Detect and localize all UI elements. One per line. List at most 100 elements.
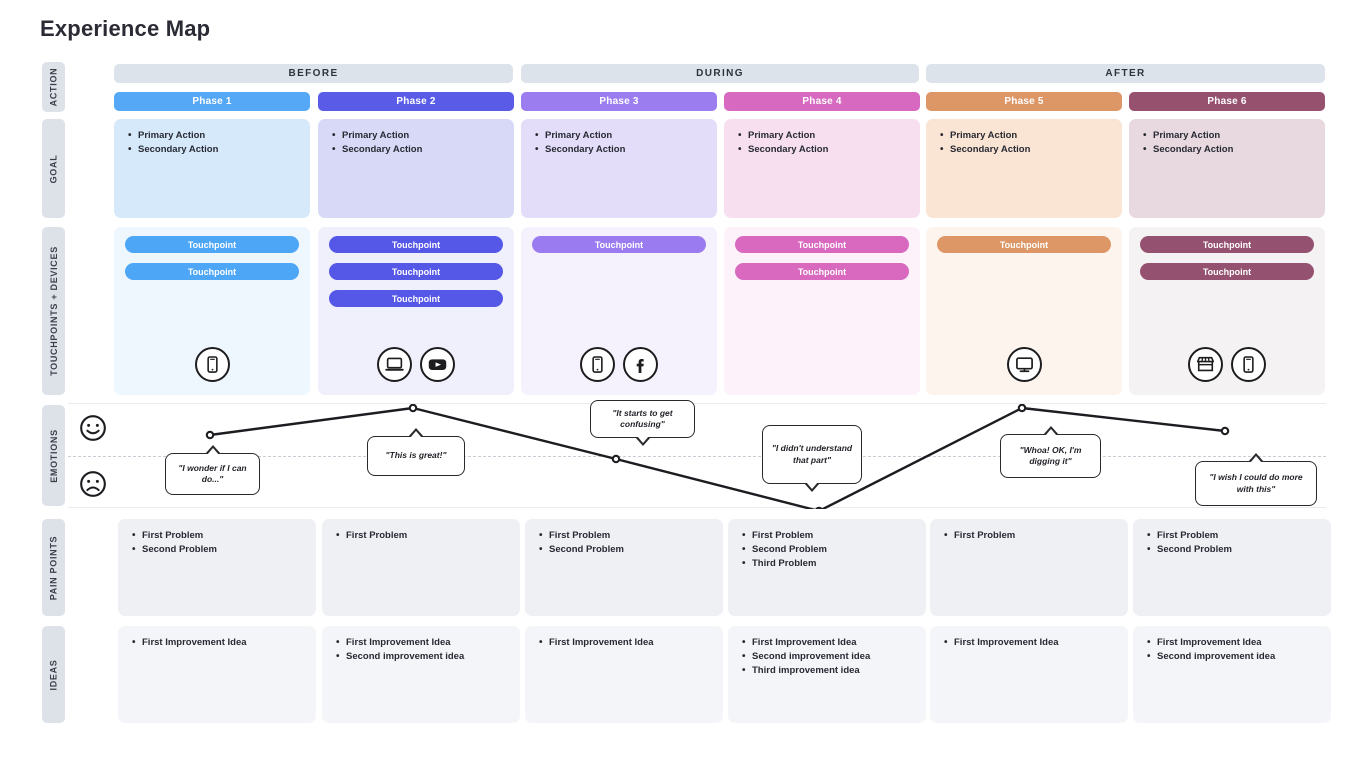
monitor-icon <box>1007 347 1042 382</box>
phase-header-6[interactable]: Phase 6 <box>1129 92 1325 111</box>
touchpoint-panel-phase-1: Touchpoint Touchpoint <box>114 227 310 395</box>
pain-point-item-list: First Problem <box>944 529 1118 543</box>
pain-point-item-list: First ProblemSecond Problem <box>1147 529 1321 557</box>
phase-header-1[interactable]: Phase 1 <box>114 92 310 111</box>
emotion-callout-text: "I didn't understand that part" <box>771 443 853 465</box>
mobile-phone-icon <box>195 347 230 382</box>
stage-header-before: BEFORE <box>114 64 513 83</box>
emotion-callout-text: "Whoa! OK, I'm digging it" <box>1019 444 1082 467</box>
idea-item-list: First Improvement IdeaSecond improvement… <box>336 636 510 664</box>
goal-item: Secondary Action <box>535 143 707 157</box>
youtube-icon <box>420 347 455 382</box>
goal-item-list: Primary ActionSecondary Action <box>1143 129 1315 157</box>
emotion-point <box>205 430 215 440</box>
idea-item: Second improvement idea <box>336 650 510 664</box>
touchpoint-pill[interactable]: Touchpoint <box>937 236 1111 253</box>
touchpoint-pill[interactable]: Touchpoint <box>735 263 909 280</box>
emotion-point <box>1220 426 1230 436</box>
idea-item: First Improvement Idea <box>944 636 1118 650</box>
callout-tail-fill <box>410 431 422 438</box>
goal-item: Primary Action <box>535 129 707 143</box>
emotion-callout-text: "It starts to get confusing" <box>612 407 673 430</box>
goal-card-phase-5: Primary ActionSecondary Action <box>926 119 1122 218</box>
stage-header-during: DURING <box>521 64 919 83</box>
emotion-point <box>815 506 823 509</box>
touchpoint-pill[interactable]: Touchpoint <box>329 236 503 253</box>
ideas-card-phase-6: First Improvement IdeaSecond improvement… <box>1133 626 1331 723</box>
touchpoint-pill[interactable]: Touchpoint <box>1140 263 1314 280</box>
goal-item: Primary Action <box>1143 129 1315 143</box>
pain-points-card-phase-1: First ProblemSecond Problem <box>118 519 316 616</box>
pain-point-item: Third Problem <box>742 557 916 571</box>
device-icon-row <box>1188 347 1266 382</box>
facebook-icon <box>623 347 658 382</box>
device-icon-row <box>377 347 455 382</box>
pain-points-card-phase-4: First ProblemSecond ProblemThird Problem <box>728 519 926 616</box>
row-label-text: ACTION <box>48 67 59 107</box>
phase-header-2[interactable]: Phase 2 <box>318 92 514 111</box>
device-icon-row <box>195 347 230 382</box>
emotion-callout-3: "It starts to get confusing" <box>590 400 695 446</box>
row-label-text: GOAL <box>48 154 59 183</box>
ideas-card-phase-3: First Improvement Idea <box>525 626 723 723</box>
callout-tail-fill <box>206 448 219 455</box>
emotion-callout-text: "This is great!" <box>385 450 447 461</box>
goal-item: Secondary Action <box>1143 143 1315 157</box>
mobile-phone-icon <box>580 347 615 382</box>
mobile-phone-icon <box>1231 347 1266 382</box>
touchpoint-panel-phase-6: Touchpoint Touchpoint <box>1129 227 1325 395</box>
touchpoint-pill[interactable]: Touchpoint <box>1140 236 1314 253</box>
goal-item-list: Primary ActionSecondary Action <box>738 129 910 157</box>
emotion-callout-2: "This is great!" <box>367 428 465 476</box>
pain-point-item-list: First ProblemSecond ProblemThird Problem <box>742 529 916 571</box>
row-label-goal: GOAL <box>42 119 65 218</box>
ideas-card-phase-4: First Improvement IdeaSecond improvement… <box>728 626 926 723</box>
touchpoint-pill[interactable]: Touchpoint <box>532 236 706 253</box>
row-label-text: IDEAS <box>48 658 59 691</box>
page-title: Experience Map <box>40 16 211 41</box>
goal-item: Secondary Action <box>332 143 504 157</box>
pain-point-item: First Problem <box>1147 529 1321 543</box>
touchpoint-pill[interactable]: Touchpoint <box>329 263 503 280</box>
touchpoint-panel-phase-5: Touchpoint <box>926 227 1122 395</box>
emotion-callout-5: "Whoa! OK, I'm digging it" <box>1000 426 1101 478</box>
touchpoint-pill[interactable]: Touchpoint <box>329 290 503 307</box>
goal-item: Primary Action <box>738 129 910 143</box>
goal-card-phase-2: Primary ActionSecondary Action <box>318 119 514 218</box>
touchpoint-pill[interactable]: Touchpoint <box>125 263 299 280</box>
row-label-emotions: EMOTIONS <box>42 405 65 506</box>
experience-map-canvas: Experience Map ACTION GOAL TOUCHPOINTS + D… <box>0 0 1366 768</box>
touchpoint-panel-phase-4: Touchpoint Touchpoint <box>724 227 920 395</box>
device-icon-row <box>580 347 658 382</box>
row-label-touchpoints: TOUCHPOINTS + DEVICES <box>42 227 65 395</box>
phase-header-5[interactable]: Phase 5 <box>926 92 1122 111</box>
emotion-point <box>611 454 621 464</box>
pain-point-item: Second Problem <box>539 543 713 557</box>
phase-header-4[interactable]: Phase 4 <box>724 92 920 111</box>
laptop-icon <box>377 347 412 382</box>
touchpoint-pill[interactable]: Touchpoint <box>125 236 299 253</box>
idea-item: First Improvement Idea <box>336 636 510 650</box>
pain-point-item: First Problem <box>944 529 1118 543</box>
ideas-card-phase-5: First Improvement Idea <box>930 626 1128 723</box>
pain-point-item-list: First ProblemSecond Problem <box>132 529 306 557</box>
row-label-text: PAIN POINTS <box>48 535 59 600</box>
idea-item: First Improvement Idea <box>132 636 306 650</box>
row-label-text: EMOTIONS <box>48 428 59 483</box>
phase-header-3[interactable]: Phase 3 <box>521 92 717 111</box>
idea-item: Second improvement idea <box>1147 650 1321 664</box>
goal-item: Secondary Action <box>738 143 910 157</box>
pain-point-item: Second Problem <box>1147 543 1321 557</box>
touchpoint-pill[interactable]: Touchpoint <box>735 236 909 253</box>
pain-points-card-phase-3: First ProblemSecond Problem <box>525 519 723 616</box>
idea-item-list: First Improvement Idea <box>132 636 306 650</box>
stage-header-after: AFTER <box>926 64 1325 83</box>
goal-card-phase-6: Primary ActionSecondary Action <box>1129 119 1325 218</box>
goal-item-list: Primary ActionSecondary Action <box>332 129 504 157</box>
pain-point-item: First Problem <box>539 529 713 543</box>
goal-item: Primary Action <box>940 129 1112 143</box>
idea-item: Third improvement idea <box>742 664 916 678</box>
emotion-callout-1: "I wonder if I can do..." <box>165 445 260 495</box>
goal-card-phase-3: Primary ActionSecondary Action <box>521 119 717 218</box>
goal-card-phase-4: Primary ActionSecondary Action <box>724 119 920 218</box>
